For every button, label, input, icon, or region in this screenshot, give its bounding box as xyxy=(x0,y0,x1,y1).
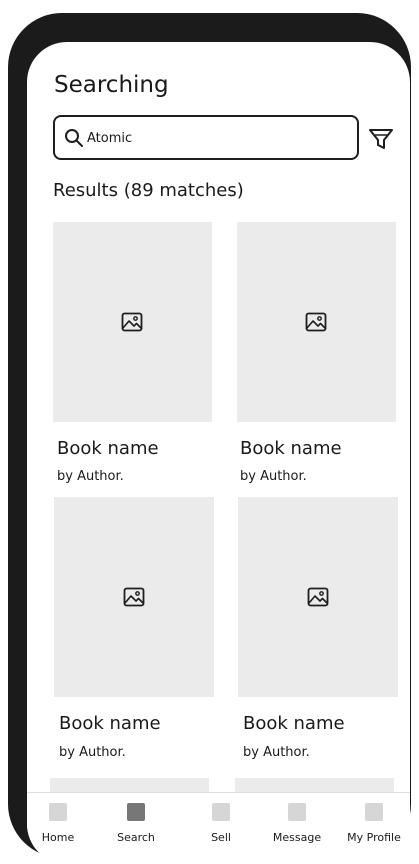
book-author: by Author. xyxy=(57,469,124,484)
nav-label: Sell xyxy=(211,831,231,844)
book-cover xyxy=(237,222,396,422)
search-bar[interactable] xyxy=(53,115,359,160)
book-author: by Author. xyxy=(243,745,310,760)
nav-item-message[interactable]: Message xyxy=(267,803,327,844)
book-card[interactable]: Book name by Author. xyxy=(238,497,398,767)
bottom-nav: Home Search Sell Message My Profile xyxy=(27,792,410,864)
search-input[interactable] xyxy=(87,126,327,150)
profile-icon xyxy=(365,803,383,821)
search-nav-icon xyxy=(127,803,145,821)
book-author: by Author. xyxy=(59,745,126,760)
book-cover xyxy=(54,497,214,697)
nav-item-home[interactable]: Home xyxy=(28,803,88,844)
book-title: Book name xyxy=(59,713,161,734)
results-count: Results (89 matches) xyxy=(53,180,244,201)
book-card[interactable]: Book name by Author. xyxy=(54,497,214,767)
image-placeholder-icon xyxy=(123,587,145,607)
app-screen: Searching Results (89 matches) Book na xyxy=(27,42,410,864)
book-title: Book name xyxy=(243,713,345,734)
nav-item-my-profile[interactable]: My Profile xyxy=(344,803,404,844)
nav-item-sell[interactable]: Sell xyxy=(191,803,251,844)
filter-icon[interactable] xyxy=(367,125,395,153)
nav-label: Home xyxy=(41,831,75,844)
home-icon xyxy=(49,803,67,821)
book-cover xyxy=(238,497,398,697)
nav-label: Search xyxy=(117,831,155,844)
book-card[interactable]: Book name by Author. xyxy=(53,222,212,492)
image-placeholder-icon xyxy=(305,312,327,332)
search-icon xyxy=(65,129,83,147)
nav-label: My Profile xyxy=(347,831,401,844)
sell-icon xyxy=(212,803,230,821)
image-placeholder-icon xyxy=(307,587,329,607)
book-card[interactable]: Book name by Author. xyxy=(237,222,396,492)
book-author: by Author. xyxy=(240,469,307,484)
nav-label: Message xyxy=(272,831,322,844)
image-placeholder-icon xyxy=(121,312,143,332)
phone-frame: Searching Results (89 matches) Book na xyxy=(8,13,411,864)
message-icon xyxy=(288,803,306,821)
book-cover xyxy=(53,222,212,422)
page-title: Searching xyxy=(54,72,169,98)
book-title: Book name xyxy=(240,438,342,459)
nav-item-search[interactable]: Search xyxy=(106,803,166,844)
book-title: Book name xyxy=(57,438,159,459)
